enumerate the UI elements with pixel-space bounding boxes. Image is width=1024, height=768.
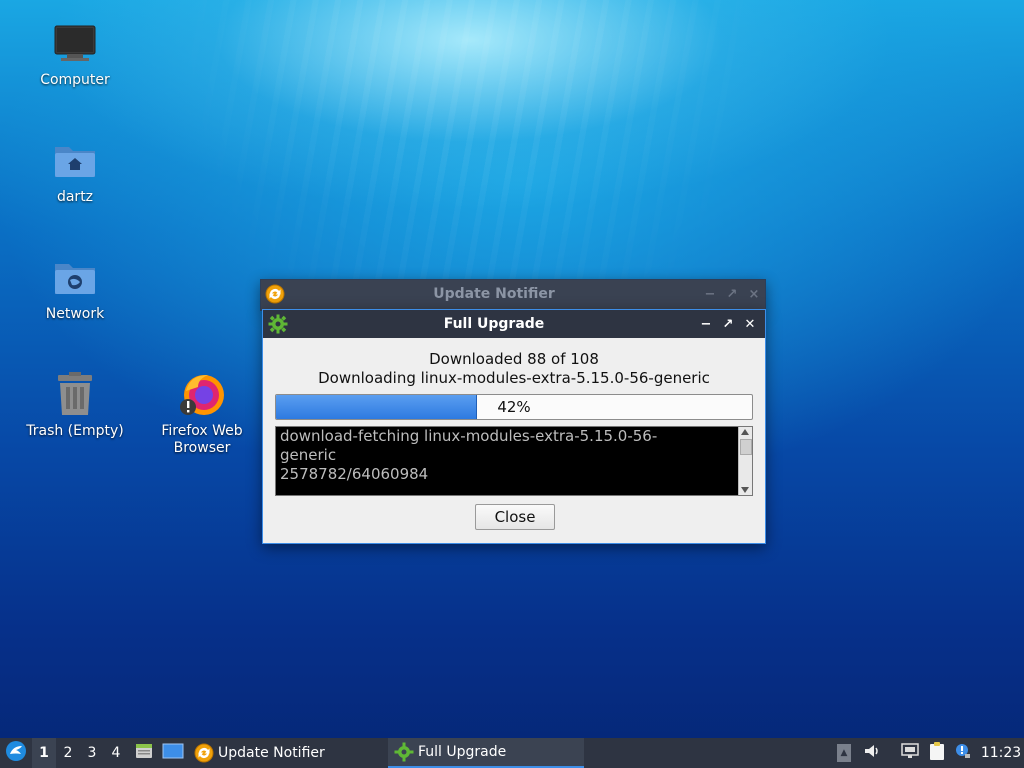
update-tray-button[interactable]: [951, 738, 973, 768]
chevron-up-icon: ▲: [837, 744, 851, 762]
close-button[interactable]: ×: [743, 284, 765, 304]
log-output[interactable]: download-fetching linux-modules-extra-5.…: [275, 426, 753, 496]
task-update-notifier[interactable]: Update Notifier: [190, 738, 386, 768]
network-folder-icon: [51, 254, 99, 302]
close-button[interactable]: ✕: [739, 314, 761, 334]
log-line: download-fetching linux-modules-extra-5.…: [280, 427, 658, 445]
wired-network-icon: [900, 742, 920, 764]
clock-time: 11:23: [980, 745, 1022, 761]
workspace-1[interactable]: 1: [32, 738, 56, 768]
desktop-icon-label: Computer: [40, 72, 110, 88]
maximize-button[interactable]: ↗: [717, 314, 739, 334]
workspace-3[interactable]: 3: [80, 738, 104, 768]
workspace-4[interactable]: 4: [104, 738, 128, 768]
volume-button[interactable]: [860, 738, 884, 768]
clipboard-icon: [928, 741, 946, 765]
speaker-icon: [863, 742, 881, 764]
update-notifier-window[interactable]: Update Notifier − ↗ ×: [260, 279, 766, 311]
desktop-icon-firefox[interactable]: Firefox Web Browser: [147, 371, 257, 457]
status-downloaded: Downloaded 88 of 108: [429, 350, 599, 368]
gear-icon: [263, 314, 293, 334]
desktop-icon-network[interactable]: Network: [20, 254, 130, 323]
update-available-icon: [953, 742, 971, 764]
full-upgrade-titlebar[interactable]: Full Upgrade − ↗ ✕: [263, 310, 765, 338]
scroll-up-arrow-icon[interactable]: [741, 429, 749, 435]
desktop-icon-label: Trash (Empty): [26, 423, 124, 439]
log-scrollbar[interactable]: [738, 427, 752, 495]
log-line: generic: [280, 446, 337, 464]
update-icon: [261, 284, 289, 304]
home-folder-icon: [51, 137, 99, 185]
clock[interactable]: 11:23: [978, 738, 1024, 768]
desktop-icon-trash[interactable]: Trash (Empty): [20, 371, 130, 440]
computer-icon: [51, 20, 99, 68]
tray-expand-button[interactable]: ▲: [834, 738, 854, 768]
lubuntu-logo-icon: [5, 740, 27, 766]
update-notifier-titlebar[interactable]: Update Notifier − ↗ ×: [261, 280, 765, 308]
minimize-button[interactable]: −: [699, 284, 721, 304]
workspace-label: 1: [39, 745, 49, 761]
file-manager-launcher[interactable]: [132, 738, 156, 768]
task-full-upgrade[interactable]: Full Upgrade: [388, 738, 584, 768]
update-icon: [194, 743, 214, 763]
network-status[interactable]: [898, 738, 922, 768]
maximize-button[interactable]: ↗: [721, 284, 743, 304]
desktop-icon-home[interactable]: dartz: [20, 137, 130, 206]
workspace-label: 4: [111, 745, 121, 761]
taskbar: 1 2 3 4 Update Notifier Full Upgrade ▲ 1…: [0, 738, 1024, 768]
workspace-label: 3: [87, 745, 97, 761]
log-line: 2578782/64060984: [280, 465, 429, 483]
desktop-icon: [162, 742, 184, 764]
scroll-down-arrow-icon[interactable]: [741, 487, 749, 493]
show-desktop-button[interactable]: [160, 738, 186, 768]
log-text: download-fetching linux-modules-extra-5.…: [280, 427, 736, 484]
status-current-package: Downloading linux-modules-extra-5.15.0-5…: [318, 369, 710, 387]
start-menu-button[interactable]: [0, 738, 32, 768]
desktop-icon-computer[interactable]: Computer: [20, 20, 130, 89]
workspace-2[interactable]: 2: [56, 738, 80, 768]
gear-icon: [394, 742, 414, 762]
scroll-thumb[interactable]: [740, 439, 752, 455]
download-progress-bar: 42%: [275, 394, 753, 420]
dialog-body: Downloaded 88 of 108 Downloading linux-m…: [263, 338, 765, 543]
desktop-icon-label: dartz: [56, 189, 94, 205]
file-manager-icon: [134, 741, 154, 765]
task-label: Full Upgrade: [418, 744, 507, 760]
clipboard-button[interactable]: [925, 738, 949, 768]
minimize-button[interactable]: −: [695, 314, 717, 334]
firefox-icon: [178, 371, 226, 419]
desktop-icon-label-line1: Firefox Web: [161, 423, 243, 439]
task-label: Update Notifier: [218, 745, 325, 761]
desktop-icon-label-line2: Browser: [173, 440, 231, 456]
trash-icon: [51, 371, 99, 419]
close-dialog-button[interactable]: Close: [475, 504, 555, 530]
full-upgrade-window[interactable]: Full Upgrade − ↗ ✕ Downloaded 88 of 108 …: [262, 309, 766, 544]
window-title: Full Upgrade: [443, 316, 545, 332]
window-title: Update Notifier: [433, 286, 555, 302]
workspace-label: 2: [63, 745, 73, 761]
progress-percent: 42%: [497, 398, 531, 416]
desktop-icon-label: Network: [45, 306, 105, 322]
